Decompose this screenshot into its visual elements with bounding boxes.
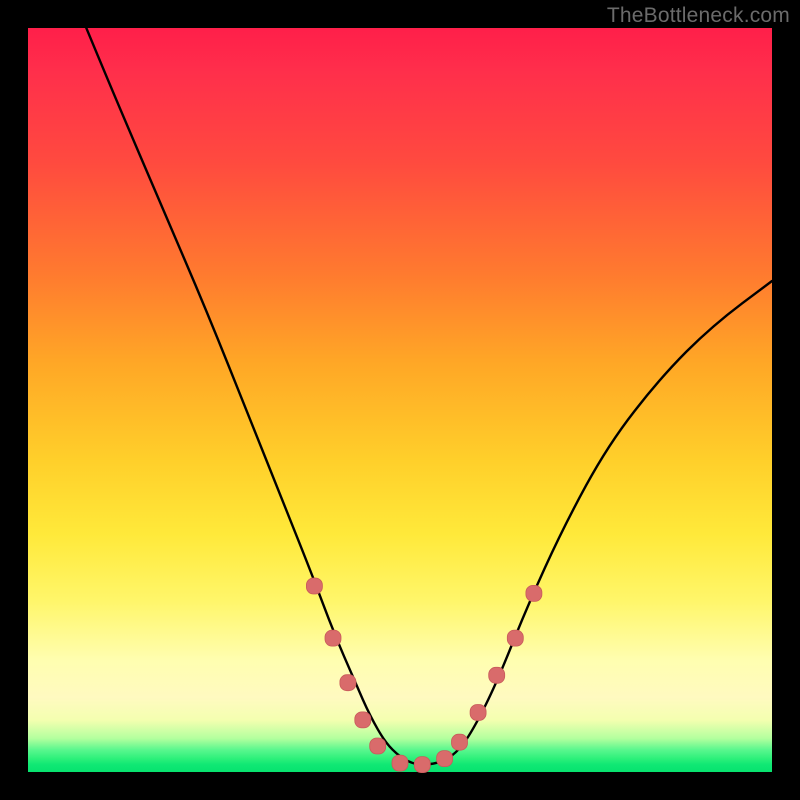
curve-marker [355,712,371,728]
curve-marker [325,630,341,646]
curve-marker [489,667,505,683]
curve-marker [526,585,542,601]
bottleneck-curve [80,13,772,765]
curve-markers [306,578,542,773]
plot-area [28,28,772,772]
curve-svg [28,28,772,772]
curve-marker [470,705,486,721]
curve-marker [437,751,453,767]
curve-marker [340,675,356,691]
curve-marker [414,757,430,773]
curve-marker [370,738,386,754]
curve-marker [306,578,322,594]
curve-marker [452,734,468,750]
chart-stage: TheBottleneck.com [0,0,800,800]
watermark-text: TheBottleneck.com [607,4,790,28]
curve-marker [392,755,408,771]
curve-marker [507,630,523,646]
